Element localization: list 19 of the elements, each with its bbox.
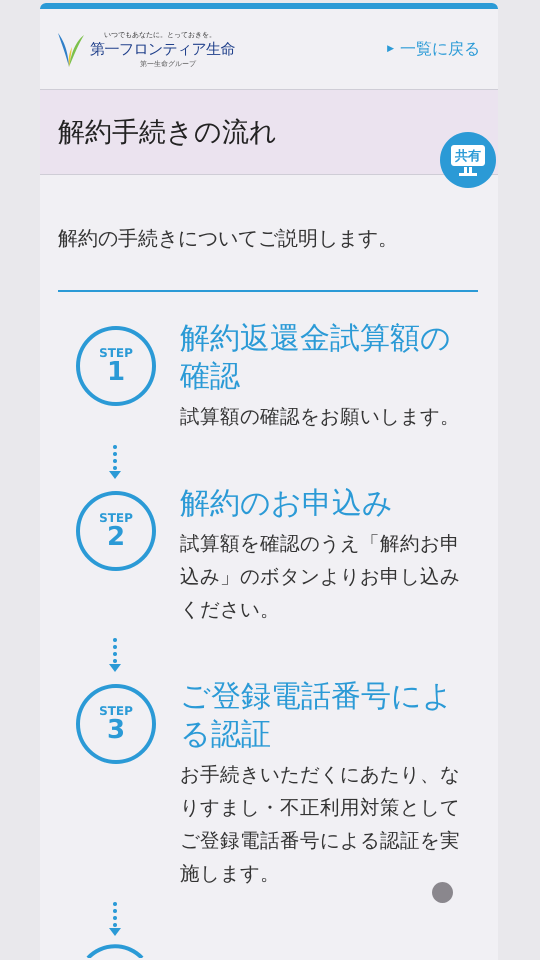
step-title: 解約返還金試算額の確認 bbox=[180, 320, 452, 396]
intro-text: 解約の手続きについてご説明します。 bbox=[58, 225, 399, 252]
step-badge: STEP 1 bbox=[76, 326, 156, 406]
step-description: お手続きいただくにあたり、なりすまし・不正利用対策としてご登録電話番号による認証を実施します。 bbox=[180, 762, 461, 887]
share-button[interactable]: 共有 bbox=[440, 132, 496, 188]
page-title: 解約手続きの流れ bbox=[58, 116, 277, 150]
step-title: ご登録電話番号による認証 bbox=[180, 678, 454, 754]
step-title: 解約のお申込み bbox=[180, 485, 394, 523]
back-to-list-link[interactable]: ▶ 一覧に戻る bbox=[387, 38, 480, 60]
step-badge: STEP 3 bbox=[76, 684, 156, 764]
step-description: 試算額を確認のうえ「解約お申込み」のボタンよりお申し込みください。 bbox=[180, 531, 461, 623]
floating-dot[interactable] bbox=[432, 882, 453, 903]
step-description: 試算額の確認をお願いします。 bbox=[180, 404, 461, 430]
step-badge: STEP 2 bbox=[76, 491, 156, 571]
dotted-arrow-icon bbox=[109, 445, 121, 479]
company-name: 第一フロンティア生命 bbox=[90, 40, 235, 58]
dotted-arrow-icon bbox=[109, 902, 121, 936]
monitor-stand-icon bbox=[457, 166, 479, 176]
dotted-arrow-icon bbox=[109, 638, 121, 672]
